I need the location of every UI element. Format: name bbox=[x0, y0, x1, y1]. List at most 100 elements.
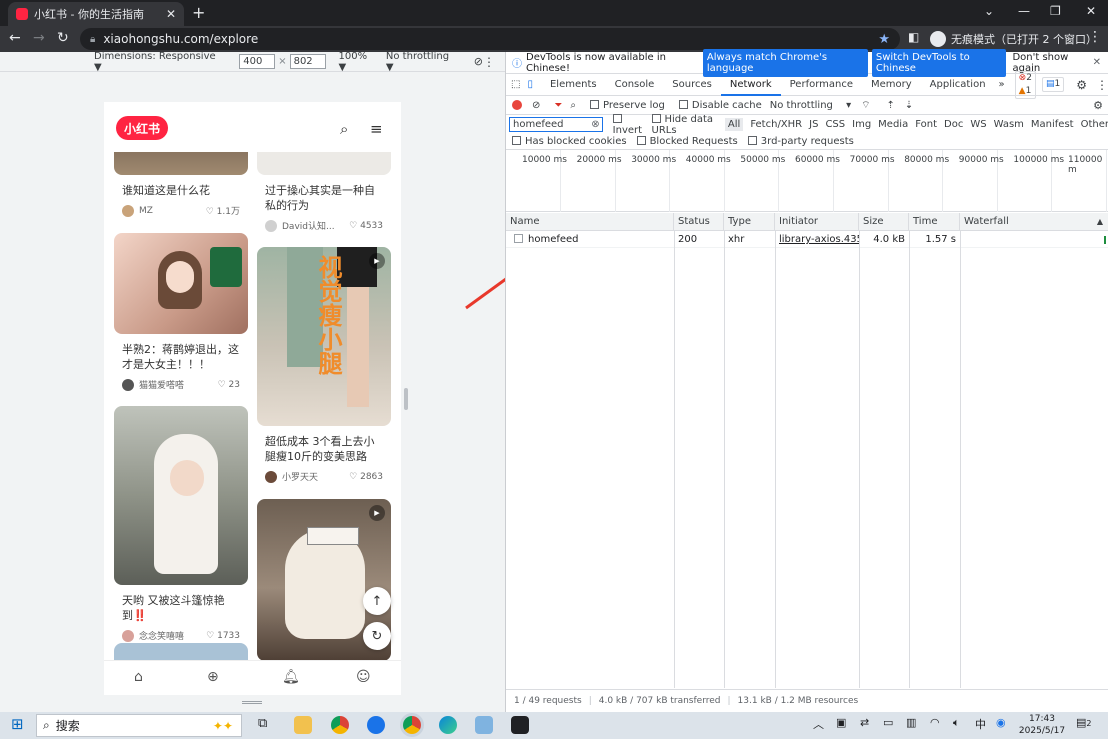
network-settings-icon[interactable]: ⚙ bbox=[1093, 99, 1103, 112]
card-title[interactable]: 天哟 又被这斗篷惊艳到‼️ bbox=[114, 593, 248, 623]
back-arrow-icon[interactable]: ← bbox=[9, 30, 21, 46]
card-image[interactable] bbox=[114, 233, 248, 334]
blocked-cookies-checkbox[interactable]: Has blocked cookies bbox=[512, 136, 627, 147]
filter-type-doc[interactable]: Doc bbox=[944, 119, 963, 130]
chrome-icon[interactable] bbox=[331, 716, 349, 734]
checkbox-box[interactable] bbox=[747, 136, 757, 145]
column-name[interactable]: Name bbox=[506, 213, 674, 231]
tray-app-icon[interactable]: ▣ bbox=[836, 716, 846, 729]
column-time[interactable]: Time bbox=[909, 213, 960, 231]
dimensions-dropdown[interactable]: Dimensions: Responsive ▼ bbox=[94, 51, 226, 73]
invert-checkbox[interactable]: Invert bbox=[612, 113, 645, 136]
filter-type-ws[interactable]: WS bbox=[970, 119, 986, 130]
filter-type-other[interactable]: Other bbox=[1081, 119, 1108, 130]
heart-icon[interactable]: ♡ bbox=[206, 207, 214, 217]
user-avatar[interactable] bbox=[265, 470, 277, 483]
scroll-top-icon[interactable]: ↑ bbox=[363, 587, 391, 615]
checkbox-box[interactable] bbox=[651, 113, 661, 123]
devtools-menu-icon[interactable]: ⋮ bbox=[1096, 78, 1108, 92]
filter-type-css[interactable]: CSS bbox=[825, 119, 845, 130]
close-tab-icon[interactable]: ✕ bbox=[166, 7, 176, 21]
column-status[interactable]: Status bbox=[674, 213, 724, 231]
task-view-icon[interactable]: ⧉ bbox=[258, 716, 267, 731]
clear-filter-icon[interactable]: ⊗ bbox=[591, 118, 599, 131]
clear-icon[interactable]: ⊘ bbox=[532, 100, 540, 111]
settings-gear-icon[interactable]: ⚙ bbox=[1076, 78, 1087, 92]
device-width-input[interactable]: 400 bbox=[239, 54, 276, 69]
bookmark-star-icon[interactable]: ★ bbox=[878, 32, 890, 47]
messages-badge[interactable]: ▤1 bbox=[1041, 77, 1065, 92]
ime-indicator[interactable]: 中 bbox=[975, 716, 986, 732]
column-type[interactable]: Type bbox=[724, 213, 775, 231]
tab-console[interactable]: Console bbox=[606, 74, 664, 96]
column-waterfall[interactable]: Waterfall ▲ bbox=[960, 213, 1108, 231]
card-user[interactable]: MZ bbox=[139, 206, 153, 216]
card-title[interactable]: 谁知道这是什么花 bbox=[114, 183, 248, 198]
tab-performance[interactable]: Performance bbox=[781, 74, 862, 96]
video-play-icon[interactable]: ▶ bbox=[369, 253, 385, 269]
like-count[interactable]: ♡ 23 bbox=[218, 380, 240, 390]
record-icon[interactable] bbox=[512, 100, 522, 110]
tray-battery-icon[interactable]: ▭ bbox=[883, 716, 893, 729]
tab-network[interactable]: Network bbox=[720, 74, 781, 96]
file-explorer-icon[interactable] bbox=[294, 716, 312, 734]
checkbox-box[interactable] bbox=[590, 99, 599, 109]
card-image[interactable] bbox=[257, 152, 391, 175]
heart-icon[interactable]: ♡ bbox=[349, 472, 357, 482]
xiaohongshu-logo[interactable]: 小红书 bbox=[116, 116, 168, 140]
network-conditions-icon[interactable]: ⌔ bbox=[861, 99, 870, 112]
reload-icon[interactable]: ↻ bbox=[57, 30, 69, 46]
checkbox-box[interactable] bbox=[512, 136, 521, 145]
filter-type-manifest[interactable]: Manifest bbox=[1031, 119, 1074, 130]
notification-center-icon[interactable]: ▤2 bbox=[1076, 716, 1092, 729]
search-icon[interactable]: ⌕ bbox=[340, 120, 348, 138]
chrome-canary-icon[interactable] bbox=[367, 716, 385, 734]
filter-type-media[interactable]: Media bbox=[878, 119, 908, 130]
filter-type-js[interactable]: JS bbox=[809, 119, 818, 130]
heart-icon[interactable]: ♡ bbox=[206, 631, 214, 641]
inspect-element-icon[interactable]: ⬚ bbox=[506, 74, 525, 96]
third-party-checkbox[interactable]: 3rd-party requests bbox=[747, 136, 854, 147]
tab-memory[interactable]: Memory bbox=[862, 74, 921, 96]
checkbox-box[interactable] bbox=[636, 136, 646, 145]
tray-sync-icon[interactable]: ⇄ bbox=[860, 716, 869, 729]
refresh-feed-icon[interactable]: ↻ bbox=[363, 622, 391, 650]
minimize-icon[interactable]: — bbox=[1018, 4, 1030, 18]
app-icon[interactable] bbox=[475, 716, 493, 734]
home-nav-icon[interactable]: ⌂ bbox=[134, 669, 143, 685]
tab-elements[interactable]: Elements bbox=[541, 74, 606, 96]
card-user[interactable]: 小罗天天 bbox=[282, 470, 318, 483]
filter-type-all[interactable]: All bbox=[724, 118, 744, 131]
heart-icon[interactable]: ♡ bbox=[349, 221, 357, 231]
search-network-icon[interactable]: ⌕ bbox=[570, 100, 576, 111]
filter-type-img[interactable]: Img bbox=[852, 119, 871, 130]
column-initiator[interactable]: Initiator bbox=[775, 213, 859, 231]
forward-arrow-icon[interactable]: → bbox=[33, 30, 45, 46]
filter-type-fetch-xhr[interactable]: Fetch/XHR bbox=[750, 119, 802, 130]
match-language-button[interactable]: Always match Chrome's language bbox=[702, 48, 868, 77]
tab-sources[interactable]: Sources bbox=[663, 74, 721, 96]
network-overview-timeline[interactable]: 10000 ms 20000 ms 30000 ms 40000 ms 50000 ms… bbox=[506, 150, 1108, 212]
more-tabs-icon[interactable]: » bbox=[995, 74, 1009, 96]
feed-card-5[interactable]: 天哟 又被这斗篷惊艳到‼️ 念念笑嘻嘻 ♡ 1733 bbox=[114, 406, 248, 642]
tab-application[interactable]: Application bbox=[921, 74, 995, 96]
profile-nav-icon[interactable]: ☺ bbox=[356, 669, 371, 685]
request-name[interactable]: homefeed bbox=[506, 231, 674, 248]
user-avatar[interactable] bbox=[122, 204, 134, 217]
feed-card-1[interactable]: 谁知道这是什么花 MZ ♡ 1.1万 bbox=[114, 152, 248, 217]
filter-type-font[interactable]: Font bbox=[915, 119, 937, 130]
feed-card-3[interactable]: 半熟2：蒋鹊婷退出，这才是大女主！！！ 猫猫爱嗒嗒 ♡ 23 bbox=[114, 233, 248, 391]
publish-nav-icon[interactable]: ⊕ bbox=[207, 669, 219, 685]
card-image[interactable] bbox=[114, 152, 248, 175]
checkbox-box[interactable] bbox=[678, 99, 688, 109]
checkbox-box[interactable] bbox=[612, 113, 622, 123]
device-more-icon[interactable]: ⋮ bbox=[483, 55, 495, 69]
card-title[interactable]: 超低成本 3个看上去小腿瘦10斤的变美思路 bbox=[257, 434, 391, 464]
lock-icon[interactable]: 🔒︎ bbox=[90, 34, 95, 45]
filter-input[interactable]: homefeed ⊗ bbox=[509, 117, 603, 132]
card-title[interactable]: 过于操心其实是一种自私的行为 bbox=[257, 183, 391, 213]
tray-chevron-icon[interactable]: ︿ bbox=[813, 716, 824, 732]
tab-search-chevron-icon[interactable]: ⌄ bbox=[984, 4, 994, 18]
column-size[interactable]: Size bbox=[859, 213, 909, 231]
browser-tab[interactable]: 小红书 - 你的生活指南 ✕ bbox=[8, 2, 184, 26]
